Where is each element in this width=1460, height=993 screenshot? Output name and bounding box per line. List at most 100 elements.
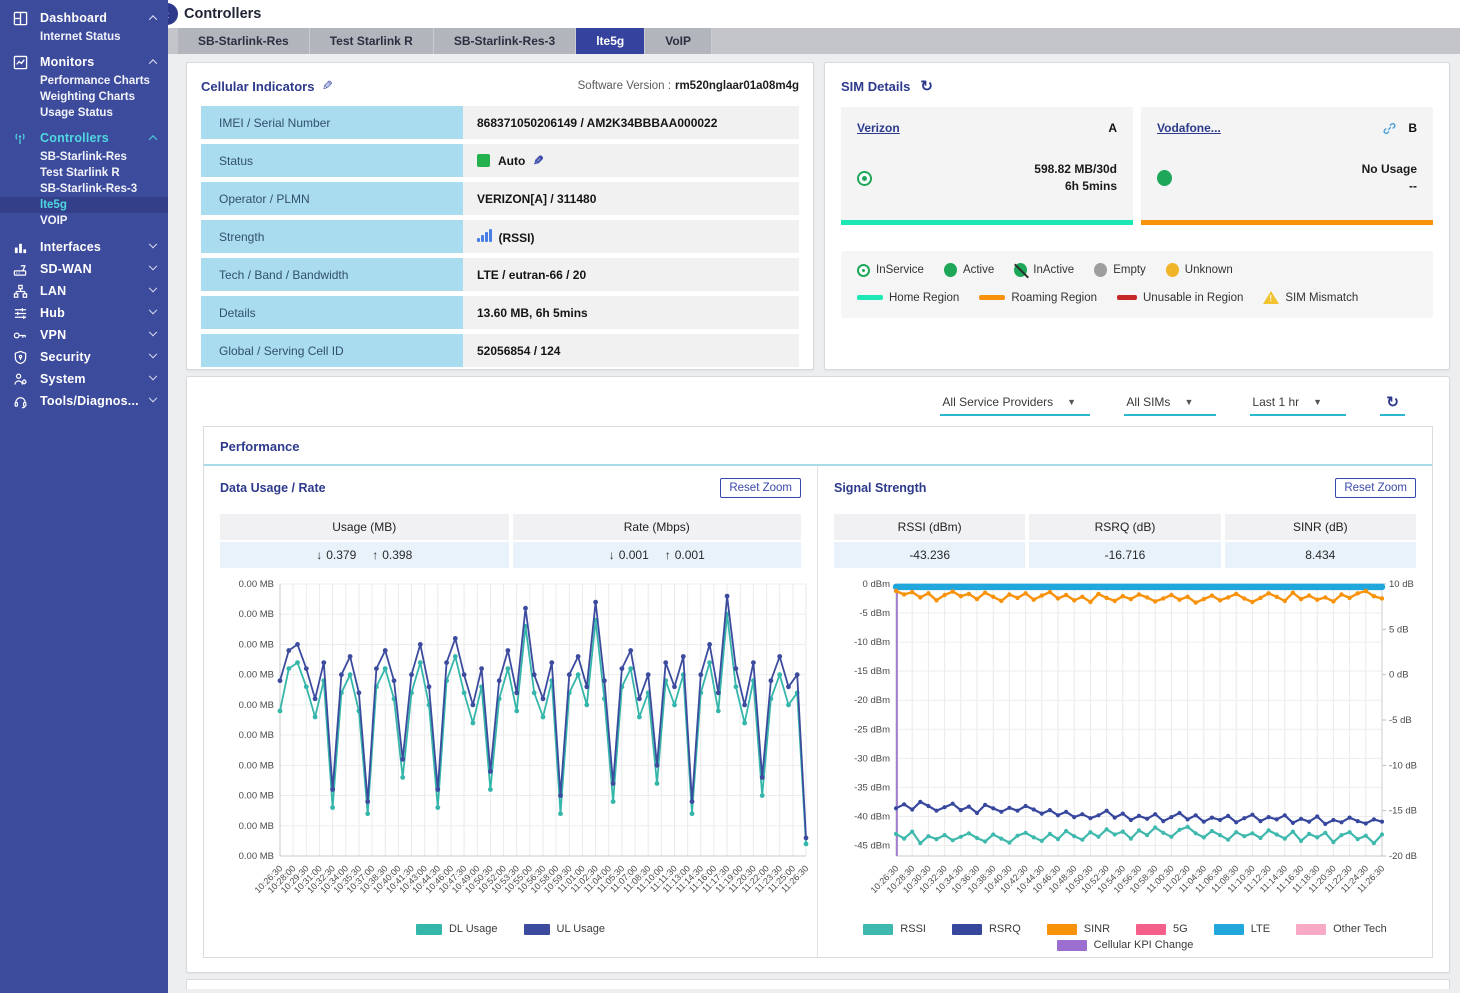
svg-text:0 dB: 0 dB [1389,670,1409,681]
sidebar-item-test-starlink-r[interactable]: Test Starlink R [0,165,168,181]
sidebar-item-sb-starlink-res[interactable]: SB-Starlink-Res [0,149,168,165]
rssi-swatch [863,924,893,935]
sidebar-item-tools-diagnostics[interactable]: Tools/Diagnos... [0,390,168,412]
legend-ul-usage[interactable]: UL Usage [524,923,606,935]
legend-unknown: Unknown [1166,263,1233,277]
sim-mismatch-icon [1263,291,1279,304]
sim-carrier-link[interactable]: Verizon [857,121,900,135]
legend-5g[interactable]: 5G [1136,923,1188,935]
sidebar-item-lte5g[interactable]: lte5g [0,197,168,213]
sidebar-item-dashboard[interactable]: Dashboard [0,7,168,29]
tab-sb-starlink-res-3[interactable]: SB-Starlink-Res-3 [434,28,576,54]
chevron-down-icon [149,372,157,380]
signal-strength-chart[interactable]: 10:26:3010:28:3010:30:3010:32:3010:34:30… [834,576,1416,921]
legend-rssi[interactable]: RSSI [863,923,926,935]
sidebar-item-security[interactable]: Security [0,346,168,368]
link-icon [1383,122,1396,135]
sidebar-item-label: SD-WAN [40,262,146,276]
row-value: VERIZON[A] / 311480 [463,182,799,215]
chevron-up-icon [149,15,157,23]
cellular-indicators-title: Cellular Indicators [201,79,314,94]
svg-text:0.00 MB: 0.00 MB [239,821,274,832]
reset-zoom-button[interactable]: Reset Zoom [1335,478,1416,498]
sidebar-item-hub[interactable]: Hub [0,302,168,324]
table-row: Status Auto✎ [201,144,799,177]
row-label: Status [201,144,463,177]
sidebar-item-controllers[interactable]: Controllers [0,127,168,149]
down-arrow-icon: ↓ [609,548,615,562]
sidebar-item-label: LAN [40,284,146,298]
edit-pencil-icon[interactable]: ✎ [322,78,333,94]
signal-strength-panel: Signal Strength Reset Zoom RSSI (dBm) -4… [818,466,1432,957]
legend-rsrq[interactable]: RSRQ [952,923,1021,935]
refresh-icon[interactable]: ↻ [920,77,933,95]
refresh-charts-icon[interactable]: ↻ [1380,393,1405,416]
main-content: ‹ Controllers SB-Starlink-Res Test Starl… [168,0,1460,993]
svg-text:10 dB: 10 dB [1389,579,1414,590]
sidebar-item-internet-status[interactable]: Internet Status [0,29,168,45]
legend-roaming-region: Roaming Region [979,292,1097,304]
svg-text:0.00 MB: 0.00 MB [239,730,274,741]
table-row: IMEI / Serial Number 868371050206149 / A… [201,106,799,139]
tab-voip[interactable]: VoIP [645,28,712,54]
row-label: Strength [201,220,463,253]
sidebar-item-sb-starlink-res-3[interactable]: SB-Starlink-Res-3 [0,181,168,197]
row-value: Auto✎ [463,144,799,177]
tools-headset-icon [0,394,40,409]
svg-text:0.00 MB: 0.00 MB [239,760,274,771]
sidebar-item-label: Tools/Diagnos... [40,394,146,408]
chevron-down-icon [149,394,157,402]
unknown-icon [1166,263,1179,277]
sim-usage: No Usage -- [1362,161,1417,195]
dashboard-icon [0,11,40,26]
sidebar-item-weighting-charts[interactable]: Weighting Charts [0,89,168,105]
legend-inactive: InActive [1014,263,1074,277]
legend-cellular-kpi-change[interactable]: Cellular KPI Change [1057,939,1194,951]
sidebar-item-voip[interactable]: VOIP [0,213,168,229]
data-usage-chart[interactable]: 10:26:3010:28:0010:29:3010:31:0010:32:30… [220,576,801,921]
svg-text:0.00 MB: 0.00 MB [239,579,274,590]
security-shield-icon [0,350,40,365]
legend-lte[interactable]: LTE [1214,923,1270,935]
legend-sim-mismatch: SIM Mismatch [1263,291,1358,304]
sinr-swatch [1047,924,1077,935]
dl-usage-swatch [416,924,442,935]
sidebar-item-label: System [40,372,146,386]
software-version: Software Version :rm520nglaar01a08m4g [578,80,799,92]
page-title: Controllers [184,6,261,22]
reset-zoom-button[interactable]: Reset Zoom [720,478,801,498]
sidebar-item-monitors[interactable]: Monitors [0,51,168,73]
cellular-indicators-card: Cellular Indicators ✎ Software Version :… [186,62,814,370]
tab-lte5g[interactable]: lte5g [576,28,645,54]
legend-sinr[interactable]: SINR [1047,923,1110,935]
sim-carrier-link[interactable]: Vodafone... [1157,121,1221,135]
performance-title: Performance [204,427,1432,466]
tab-sb-starlink-res[interactable]: SB-Starlink-Res [178,28,310,54]
system-user-gear-icon [0,372,40,387]
sidebar-item-vpn[interactable]: VPN [0,324,168,346]
chevron-down-icon [149,284,157,292]
svg-text:-5 dB: -5 dB [1389,715,1412,726]
row-value: 52056854 / 124 [463,334,799,367]
monitors-icon [0,55,40,70]
sidebar-item-interfaces[interactable]: Interfaces [0,236,168,258]
signal-bars-icon [477,229,492,242]
sidebar-item-sdwan[interactable]: SD-WAN [0,258,168,280]
sidebar-item-system[interactable]: System [0,368,168,390]
performance-card: All Service Providers▼ All SIMs▼ Last 1 … [186,376,1450,973]
sidebar-item-lan[interactable]: LAN [0,280,168,302]
time-range-select[interactable]: Last 1 hr▼ [1250,393,1346,416]
sidebar-item-performance-charts[interactable]: Performance Charts [0,73,168,89]
svg-text:5 dB: 5 dB [1389,624,1409,635]
legend-dl-usage[interactable]: DL Usage [416,923,498,935]
row-label: Details [201,296,463,329]
legend-other-tech[interactable]: Other Tech [1296,923,1387,935]
rssi-stat: RSSI (dBm) -43.236 [834,514,1025,568]
sidebar-item-label: Controllers [40,131,146,145]
sidebar-item-usage-status[interactable]: Usage Status [0,105,168,121]
sims-select[interactable]: All SIMs▼ [1124,393,1216,416]
interfaces-icon [0,240,40,255]
edit-pencil-icon[interactable]: ✎ [533,153,544,169]
service-provider-select[interactable]: All Service Providers▼ [940,393,1090,416]
tab-test-starlink-r[interactable]: Test Starlink R [310,28,434,54]
